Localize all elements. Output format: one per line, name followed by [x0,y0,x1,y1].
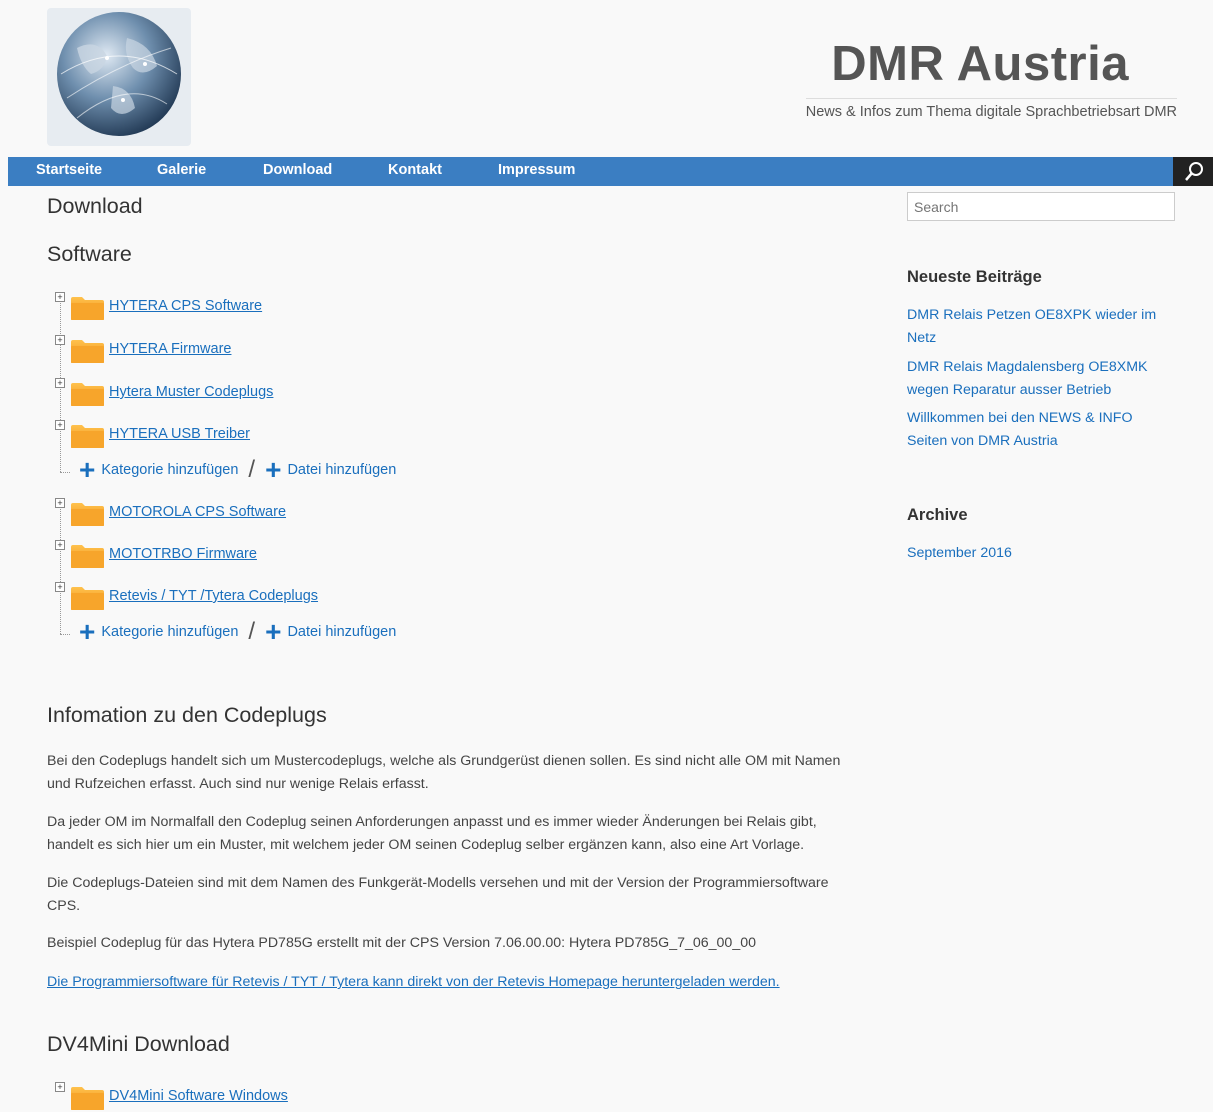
add-file-link[interactable]: Datei hinzufügen [287,462,396,478]
nav-item-impressum[interactable]: Impressum [498,162,575,178]
software-heading: Software [47,242,132,266]
folder-icon [70,543,105,569]
expand-icon[interactable]: + [55,335,65,345]
tree-link[interactable]: Hytera Muster Codeplugs [109,384,273,400]
add-actions-row: + Kategorie hinzufügen / + Datei hinzufügen [79,618,396,646]
add-actions-row: + Kategorie hinzufügen / + Datei hinzufügen [79,456,396,484]
expand-icon[interactable]: + [55,1082,65,1092]
globe-logo-icon [47,8,191,146]
recent-post-link[interactable]: Willkommen bei den NEWS & INFO Seiten vo… [907,407,1172,453]
nav-search-button[interactable] [1173,157,1213,186]
info-paragraph: Die Codeplugs-Dateien sind mit dem Namen… [47,875,829,914]
info-heading: Infomation zu den Codeplugs [47,703,327,727]
expand-icon[interactable]: + [55,582,65,592]
tree-link[interactable]: Retevis / TYT /Tytera Codeplugs [109,588,318,604]
nav-item-download[interactable]: Download [263,162,332,178]
add-file-icon[interactable]: + [265,456,281,484]
page-title: Download [47,194,143,218]
info-paragraph: Beispiel Codeplug für das Hytera PD785G … [47,935,756,951]
search-icon [1185,162,1203,181]
recent-posts-title: Neueste Beiträge [907,268,1042,286]
tree-connector [60,634,70,635]
main-navigation: Startseite Galerie Download Kontakt Impr… [8,157,1213,186]
add-category-link[interactable]: Kategorie hinzufügen [101,462,238,478]
expand-icon[interactable]: + [55,498,65,508]
folder-icon [70,501,105,527]
dv4mini-heading: DV4Mini Download [47,1032,230,1056]
tree-connector [60,472,70,473]
info-paragraph: Bei den Codeplugs handelt sich um Muster… [47,753,841,792]
add-category-icon[interactable]: + [79,456,95,484]
tree-connector [60,506,61,634]
add-file-link[interactable]: Datei hinzufügen [287,624,396,640]
tree-link[interactable]: MOTOTRBO Firmware [109,546,257,562]
expand-icon[interactable]: + [55,420,65,430]
folder-icon [70,295,105,321]
add-category-icon[interactable]: + [79,618,95,646]
site-title[interactable]: DMR Austria [831,36,1129,92]
folder-icon [70,1085,105,1111]
site-logo[interactable] [47,8,191,146]
add-file-icon[interactable]: + [265,618,281,646]
tree-link[interactable]: MOTOROLA CPS Software [109,504,286,520]
tree-link[interactable]: HYTERA CPS Software [109,298,262,314]
separator: / [248,618,256,645]
info-paragraph: Da jeder OM im Normalfall den Codeplug s… [47,814,817,853]
site-header: DMR Austria News & Infos zum Thema digit… [0,0,1213,158]
retevis-download-link[interactable]: Die Programmiersoftware für Retevis / TY… [47,974,780,990]
archive-title: Archive [907,506,968,524]
folder-icon [70,381,105,407]
nav-item-galerie[interactable]: Galerie [157,162,206,178]
add-category-link[interactable]: Kategorie hinzufügen [101,624,238,640]
tree-link[interactable]: HYTERA USB Treiber [109,426,250,442]
folder-icon [70,338,105,364]
recent-post-link[interactable]: DMR Relais Magdalensberg OE8XMK wegen Re… [907,356,1172,402]
nav-item-kontakt[interactable]: Kontakt [388,162,442,178]
tree-link[interactable]: DV4Mini Software Windows [109,1088,288,1104]
nav-item-startseite[interactable]: Startseite [36,162,102,178]
expand-icon[interactable]: + [55,292,65,302]
tree-link[interactable]: HYTERA Firmware [109,341,231,357]
folder-icon [70,585,105,611]
search-input[interactable] [907,192,1175,221]
expand-icon[interactable]: + [55,378,65,388]
retevis-paragraph: Die Programmiersoftware für Retevis / TY… [47,971,857,994]
recent-post-link[interactable]: DMR Relais Petzen OE8XPK wieder im Netz [907,304,1172,350]
separator: / [248,456,256,483]
archive-link[interactable]: September 2016 [907,542,1172,565]
expand-icon[interactable]: + [55,540,65,550]
folder-icon [70,423,105,449]
site-description: News & Infos zum Thema digitale Sprachbe… [805,98,1177,120]
